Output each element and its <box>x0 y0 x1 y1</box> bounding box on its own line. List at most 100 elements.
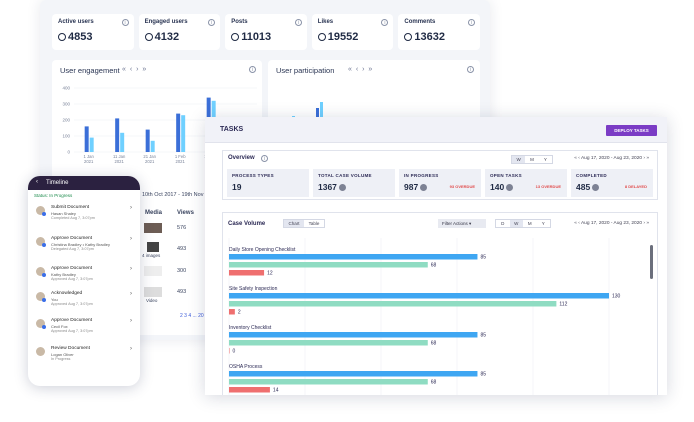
arrow-down-icon <box>420 183 428 191</box>
stat-label: IN PROGRESS <box>404 173 439 178</box>
status-dot-icon <box>42 243 46 247</box>
item-title: Review Document <box>51 346 90 351</box>
bar <box>229 293 609 299</box>
item-title: Approve Document <box>51 318 93 323</box>
kpi-value: 11013 <box>231 31 301 43</box>
chevron-right-icon: › <box>130 346 132 352</box>
period-year[interactable]: Y <box>539 156 552 163</box>
info-icon[interactable]: i <box>261 155 268 162</box>
period-week[interactable]: W <box>512 156 526 163</box>
stat-value: 1367 <box>318 182 346 192</box>
info-icon[interactable]: i <box>294 19 302 26</box>
bar <box>120 132 125 152</box>
scrollbar[interactable] <box>650 245 653 279</box>
bar <box>84 126 89 152</box>
item-title: Approve Document <box>51 236 93 241</box>
bar <box>229 371 478 377</box>
overdue-badge: 93 OVERDUE <box>449 184 475 189</box>
kpi-engaged-users[interactable]: Engaged users i 4132 <box>138 14 221 50</box>
stat-completed[interactable]: COMPLETED 485 8 DELAYED <box>571 169 653 197</box>
kpi-value: 19552 <box>317 31 388 43</box>
stat-open-tasks[interactable]: OPEN TASKS 140 13 OVERDUE <box>485 169 567 197</box>
comment-icon <box>404 33 413 41</box>
column-header-media: Media <box>145 210 163 216</box>
x-tick-label: 2021 <box>176 159 186 164</box>
case-volume-bar-chart: Daily Store Opening Checklist 85 68 12 Site … <box>228 238 621 395</box>
stat-number: 987 <box>404 182 419 192</box>
period-month[interactable]: M <box>525 156 538 163</box>
kpi-row: Active users i 4853 Engaged users i 4132… <box>52 14 480 50</box>
bar <box>229 309 235 315</box>
x-tick-label: 2021 <box>145 159 155 164</box>
table-cell-views: 493 <box>177 289 187 295</box>
data-label: 130 <box>612 294 621 300</box>
status-dot-icon <box>42 212 46 216</box>
image-icon <box>147 242 159 252</box>
kpi-label: Likes <box>317 19 334 25</box>
arrow-down-icon <box>338 183 346 191</box>
stat-value: 19 <box>232 182 241 192</box>
process-label: OSHA Process <box>229 364 263 370</box>
timeline-item[interactable]: Submit Document Hasan Shaley Completed A… <box>36 203 136 229</box>
attachment-icon <box>144 266 162 276</box>
stat-label: OPEN TASKS <box>490 173 522 178</box>
user-icon <box>58 33 66 41</box>
info-icon[interactable]: i <box>121 19 129 26</box>
bar <box>150 140 155 152</box>
table-cell-media: Video <box>146 298 158 303</box>
data-label: 68 <box>431 380 437 386</box>
video-thumbnail[interactable] <box>144 287 162 297</box>
item-date: Approved Aug 7, 3:07pm <box>51 302 93 306</box>
info-icon[interactable]: i <box>467 19 475 26</box>
process-label: Daily Store Opening Checklist <box>229 247 296 253</box>
kpi-label: Posts <box>231 19 248 25</box>
kpi-number: 19552 <box>327 31 359 43</box>
avatar <box>36 347 45 356</box>
kpi-posts[interactable]: Posts i 11013 <box>225 14 307 50</box>
timeline-item[interactable]: Approve Document Kathy Bradley Approved … <box>36 264 136 290</box>
bar <box>229 379 428 385</box>
stat-process-types[interactable]: PROCESS TYPES 19 <box>227 169 309 197</box>
kpi-value: 13632 <box>404 31 474 43</box>
stat-total-case-volume[interactable]: TOTAL CASE VOLUME 1367 <box>313 169 395 197</box>
timeline-item[interactable]: Review Document Logan Oliver In Progress… <box>36 344 136 370</box>
bar <box>145 129 150 152</box>
bar <box>229 262 428 268</box>
kpi-likes[interactable]: Likes i 19552 <box>311 14 394 50</box>
back-arrow-icon[interactable]: ‹ <box>36 179 38 185</box>
chevron-right-icon: › <box>130 236 132 242</box>
item-date: Delegated Aug 7, 3:07pm <box>51 247 94 251</box>
data-label: 68 <box>431 341 437 347</box>
chevron-right-icon: › <box>130 318 132 324</box>
data-label: 68 <box>431 263 437 269</box>
arrow-down-icon <box>506 183 514 191</box>
timeline-item[interactable]: Approve Document Cecil Fox Approved Aug … <box>36 316 136 342</box>
stat-number: 485 <box>576 182 591 192</box>
date-range[interactable]: « ‹ Aug 17, 2020 - Aug 23, 2020 › » <box>574 156 649 161</box>
item-date: Approved Aug 7, 3:07pm <box>51 329 93 333</box>
item-date: Completed Aug 7, 3:07pm <box>51 216 95 220</box>
stat-in-progress[interactable]: IN PROGRESS 987 93 OVERDUE <box>399 169 481 197</box>
kpi-comments[interactable]: Comments i 13632 <box>398 14 480 50</box>
bar <box>89 137 94 152</box>
delayed-badge: 8 DELAYED <box>624 184 647 189</box>
kpi-number: 4853 <box>68 31 93 43</box>
process-label: Site Safety Inspection <box>229 286 278 292</box>
mobile-timeline: ‹ Timeline Status: In Progress Submit Do… <box>28 176 140 386</box>
chevron-right-icon: › <box>130 266 132 272</box>
stat-value: 485 <box>576 182 600 192</box>
post-icon <box>231 33 240 41</box>
status-dot-icon <box>42 325 46 329</box>
arrow-up-icon <box>592 183 600 191</box>
overdue-badge: 13 OVERDUE <box>535 184 561 189</box>
data-label: 85 <box>480 372 486 378</box>
bar <box>176 113 181 152</box>
kpi-active-users[interactable]: Active users i 4853 <box>52 14 134 50</box>
deploy-tasks-button[interactable]: DEPLOY TASKS <box>606 125 657 136</box>
media-thumbnail[interactable] <box>144 223 162 233</box>
timeline-item[interactable]: Acknowledged You Approved Aug 7, 3:07pm … <box>36 289 136 315</box>
data-label: 85 <box>480 255 486 261</box>
timeline-item[interactable]: Approve Document Christina Bradley • Kat… <box>36 234 136 260</box>
item-title: Approve Document <box>51 266 93 271</box>
timeline-status: Status: In Progress <box>34 193 73 198</box>
